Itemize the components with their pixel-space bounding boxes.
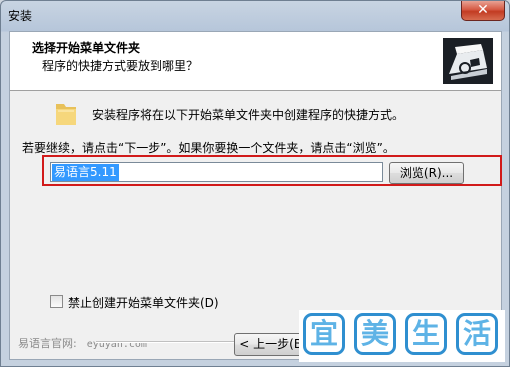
instruction-text: 若要继续，请点击“下一步”。如果你要换一个文件夹，请点击“浏览”。 bbox=[22, 141, 395, 155]
title-bar[interactable]: 安装 ✕ bbox=[1, 1, 510, 31]
folder-input-value: 易语言5.11 bbox=[52, 164, 119, 181]
wizard-header: 选择开始菜单文件夹 程序的快捷方式要放到哪里？ bbox=[10, 32, 501, 91]
window-title: 安装 bbox=[8, 9, 33, 23]
page-subtitle: 程序的快捷方式要放到哪里？ bbox=[42, 59, 199, 73]
browse-button[interactable]: 浏览(R)... bbox=[389, 162, 464, 184]
installer-box-icon bbox=[443, 38, 493, 84]
watermark-char: 活 bbox=[456, 313, 498, 355]
info-text: 安装程序将在以下开始菜单文件夹中创建程序的快捷方式。 bbox=[92, 108, 405, 122]
installer-window: 安装 ✕ 选择开始菜单文件夹 程序的快捷方式要放到哪里？ 安装程序将在以下开始菜… bbox=[0, 0, 510, 367]
watermark-char: 生 bbox=[405, 313, 447, 355]
brand-name: 易语言官网: bbox=[18, 337, 77, 350]
close-button[interactable]: ✕ bbox=[461, 1, 505, 21]
watermark-overlay: 宜 美 生 活 bbox=[299, 310, 505, 362]
close-icon: ✕ bbox=[477, 2, 489, 18]
watermark-char: 美 bbox=[354, 313, 396, 355]
watermark-char: 宜 bbox=[303, 313, 345, 355]
folder-icon bbox=[56, 104, 76, 125]
page-title: 选择开始菜单文件夹 bbox=[32, 41, 141, 55]
checkbox-label: 禁止创建开始菜单文件夹(D) bbox=[68, 296, 219, 310]
disable-start-menu-checkbox[interactable] bbox=[50, 295, 63, 308]
start-menu-folder-input[interactable]: 易语言5.11 bbox=[50, 162, 383, 182]
brand-footer: 易语言官网: eyuyan.com bbox=[18, 335, 147, 351]
